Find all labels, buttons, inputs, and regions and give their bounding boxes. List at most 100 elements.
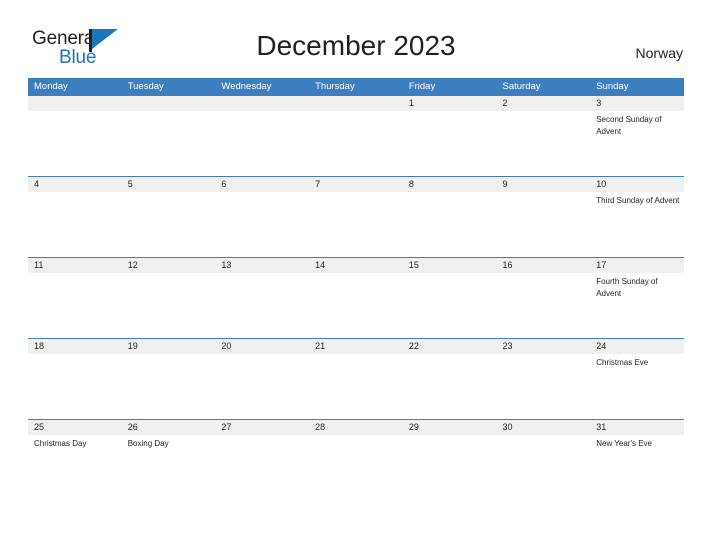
day-number[interactable]: 27 xyxy=(215,420,309,435)
day-number[interactable]: 17 xyxy=(590,258,684,273)
day-events xyxy=(122,111,216,176)
day-events xyxy=(403,435,497,500)
day-number[interactable]: 4 xyxy=(28,177,122,192)
day-events xyxy=(403,273,497,338)
week-event-band: Fourth Sunday of Advent xyxy=(28,273,684,338)
day-number xyxy=(28,96,122,111)
weekday-header-sunday: Sunday xyxy=(596,81,629,92)
week-event-band: Christmas Day Boxing Day New Year's Eve xyxy=(28,435,684,500)
day-events xyxy=(215,435,309,500)
weekday-header-wednesday: Wednesday xyxy=(221,81,272,92)
week-date-band: 123 xyxy=(28,96,684,111)
day-number[interactable]: 31 xyxy=(590,420,684,435)
day-number[interactable]: 12 xyxy=(122,258,216,273)
day-events xyxy=(122,354,216,419)
day-events xyxy=(309,111,403,176)
holiday-label: Christmas Day xyxy=(34,439,87,448)
day-number[interactable]: 28 xyxy=(309,420,403,435)
week-date-band: 4 5 6 7 8 9 10 xyxy=(28,177,684,192)
day-events xyxy=(309,354,403,419)
day-events xyxy=(497,111,591,176)
day-number[interactable]: 15 xyxy=(403,258,497,273)
day-number[interactable]: 23 xyxy=(497,339,591,354)
day-number xyxy=(215,96,309,111)
calendar-page: General Blue December 2023 Norway Monday… xyxy=(0,0,712,550)
day-events xyxy=(309,435,403,500)
calendar-week-row: 18 19 20 21 22 23 24 Christmas Eve xyxy=(28,338,684,419)
calendar-week-row: 4 5 6 7 8 9 10 Third Sunday of Advent xyxy=(28,176,684,257)
holiday-label: Boxing Day xyxy=(127,439,169,448)
week-date-band: 18 19 20 21 22 23 24 xyxy=(28,339,684,354)
calendar-week-row: 11 12 13 14 15 16 17 Fourth Sunday of Advent xyxy=(28,257,684,338)
day-number[interactable]: 9 xyxy=(497,177,591,192)
day-number[interactable]: 14 xyxy=(309,258,403,273)
calendar-grid: Monday Tuesday Wednesday Thursday Friday… xyxy=(28,78,684,500)
weekday-header-thursday: Thursday xyxy=(315,81,355,92)
page-title: December 2023 xyxy=(256,30,456,61)
week-date-band: 11 12 13 14 15 16 17 xyxy=(28,258,684,273)
holiday-label: Christmas Eve xyxy=(596,358,649,367)
day-events xyxy=(309,273,403,338)
holiday-label: Second Sunday of Advent xyxy=(596,115,662,136)
day-events xyxy=(122,273,216,338)
day-number[interactable]: 20 xyxy=(215,339,309,354)
weekday-header-friday: Friday xyxy=(408,81,436,92)
week-event-band: Second Sunday of Advent xyxy=(28,111,684,176)
week-date-band: 25 26 27 28 29 30 31 xyxy=(28,420,684,435)
day-events xyxy=(215,354,309,419)
day-events xyxy=(497,273,591,338)
day-events: Fourth Sunday of Advent xyxy=(590,273,684,338)
day-events xyxy=(215,111,309,176)
day-number[interactable]: 1 xyxy=(403,96,497,111)
day-events xyxy=(122,192,216,257)
day-events xyxy=(403,354,497,419)
day-number[interactable]: 6 xyxy=(215,177,309,192)
day-number[interactable]: 8 xyxy=(403,177,497,192)
day-number[interactable]: 13 xyxy=(215,258,309,273)
day-events xyxy=(403,111,497,176)
day-number[interactable]: 10 xyxy=(590,177,684,192)
day-number[interactable]: 30 xyxy=(497,420,591,435)
week-event-band: Christmas Eve xyxy=(28,354,684,419)
weekday-header-monday: Monday xyxy=(34,81,68,92)
day-number[interactable]: 3 xyxy=(590,96,684,111)
day-events: Christmas Eve xyxy=(590,354,684,419)
weekday-header-row: Monday Tuesday Wednesday Thursday Friday… xyxy=(28,78,684,96)
day-number[interactable]: 29 xyxy=(403,420,497,435)
holiday-label: New Year's Eve xyxy=(596,439,652,448)
week-event-band: Third Sunday of Advent xyxy=(28,192,684,257)
day-number xyxy=(309,96,403,111)
day-events xyxy=(28,192,122,257)
day-events: Second Sunday of Advent xyxy=(590,111,684,176)
day-number[interactable]: 24 xyxy=(590,339,684,354)
day-events: Christmas Day xyxy=(28,435,122,500)
holiday-label: Third Sunday of Advent xyxy=(596,196,680,205)
day-events xyxy=(497,354,591,419)
day-number[interactable]: 19 xyxy=(122,339,216,354)
calendar-week-row: 25 26 27 28 29 30 31 Christmas Day Boxing Day New… xyxy=(28,419,684,500)
day-number[interactable]: 21 xyxy=(309,339,403,354)
weekday-header-tuesday: Tuesday xyxy=(127,81,164,92)
day-number[interactable]: 26 xyxy=(122,420,216,435)
day-number[interactable]: 22 xyxy=(403,339,497,354)
day-events xyxy=(309,192,403,257)
day-events xyxy=(215,273,309,338)
day-number[interactable]: 25 xyxy=(28,420,122,435)
day-number[interactable]: 18 xyxy=(28,339,122,354)
day-events xyxy=(215,192,309,257)
day-number[interactable]: 11 xyxy=(28,258,122,273)
calendar-week-row: 1 2 3 Second Sunday of Advent xyxy=(28,96,684,176)
day-events: Third Sunday of Advent xyxy=(590,192,684,257)
day-number[interactable]: 16 xyxy=(497,258,591,273)
day-events: New Year's Eve xyxy=(590,435,684,500)
day-events: Boxing Day xyxy=(122,435,216,500)
day-number[interactable]: 5 xyxy=(122,177,216,192)
day-events xyxy=(28,273,122,338)
day-number[interactable]: 7 xyxy=(309,177,403,192)
page-header: General Blue December 2023 Norway xyxy=(0,0,712,76)
day-events xyxy=(497,435,591,500)
day-events xyxy=(403,192,497,257)
day-events xyxy=(497,192,591,257)
day-number[interactable]: 2 xyxy=(497,96,591,111)
weekday-header-saturday: Saturday xyxy=(502,81,541,92)
